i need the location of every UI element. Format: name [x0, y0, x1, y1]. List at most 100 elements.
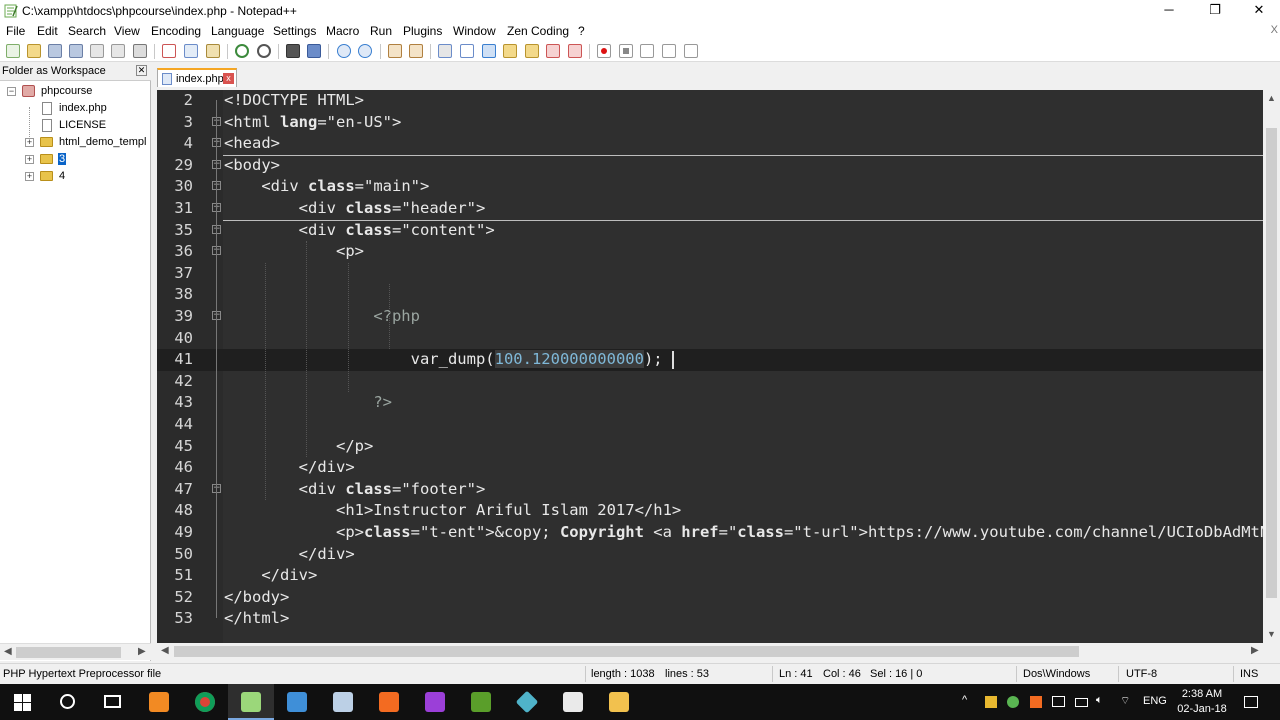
copy-icon[interactable]	[184, 44, 198, 58]
code-line-36[interactable]: 36− <p>	[157, 241, 1263, 263]
save-macro-icon[interactable]	[684, 44, 698, 58]
code-line-40[interactable]: 40	[157, 328, 1263, 350]
udl-icon[interactable]	[503, 44, 517, 58]
show-hidden-icons-icon[interactable]: ^	[962, 694, 967, 706]
collapse-icon[interactable]: −	[7, 87, 16, 96]
print-icon[interactable]	[133, 44, 147, 58]
code-line-52[interactable]: 52 </body>	[157, 587, 1263, 609]
code-line-51[interactable]: 51 </div>	[157, 565, 1263, 587]
menu-plugins[interactable]: Plugins	[403, 24, 442, 38]
code-line-30[interactable]: 30− <div class="main">	[157, 176, 1263, 198]
find-icon[interactable]	[286, 44, 300, 58]
taskbar-notepadpp[interactable]	[228, 684, 274, 720]
sync-horizontal-icon[interactable]	[409, 44, 423, 58]
search-button[interactable]	[45, 684, 91, 720]
notifications-icon[interactable]	[1244, 696, 1258, 708]
open-file-icon[interactable]	[27, 44, 41, 58]
tray-display-icon[interactable]	[1052, 696, 1065, 707]
taskbar-lambda-app[interactable]	[458, 684, 504, 720]
record-macro-icon[interactable]	[597, 44, 611, 58]
scroll-thumb[interactable]	[16, 647, 121, 658]
editor-horizontal-scrollbar[interactable]: ◀ ▶	[157, 643, 1263, 660]
code-line-39[interactable]: 39− <?php	[157, 306, 1263, 328]
new-file-icon[interactable]	[6, 44, 20, 58]
menu-macro[interactable]: Macro	[326, 24, 359, 38]
battery-icon[interactable]	[1075, 698, 1088, 707]
show-all-chars-icon[interactable]	[460, 44, 474, 58]
zoom-in-icon[interactable]	[337, 44, 351, 58]
code-line-35[interactable]: 35− <div class="content">	[157, 220, 1263, 242]
panel-close-button[interactable]: ✕	[136, 65, 147, 76]
scroll-thumb[interactable]	[174, 646, 1079, 657]
menu-settings[interactable]: Settings	[273, 24, 316, 38]
volume-icon[interactable]: 🔈︎	[1096, 694, 1103, 707]
doc-map-icon[interactable]	[525, 44, 539, 58]
tree-item-index-php[interactable]: index.php	[0, 101, 150, 117]
menu-encoding[interactable]: Encoding	[151, 24, 201, 38]
wifi-icon[interactable]: ⌔	[1120, 694, 1130, 708]
panel-horizontal-scrollbar[interactable]: ◀ ▶	[0, 643, 151, 660]
code-line-2[interactable]: 2 <!DOCTYPE HTML>	[157, 90, 1263, 112]
undo-icon[interactable]	[235, 44, 249, 58]
code-line-45[interactable]: 45 </p>	[157, 436, 1263, 458]
menu-file[interactable]: File	[6, 24, 25, 38]
taskbar-file-explorer[interactable]	[596, 684, 642, 720]
code-editor[interactable]: 2 <!DOCTYPE HTML> 3−<html lang="en-US">4+<…	[157, 90, 1263, 643]
code-line-48[interactable]: 48 <h1>Instructor Ariful Islam 2017</h1>	[157, 500, 1263, 522]
menu-run[interactable]: Run	[370, 24, 392, 38]
indent-guide-icon[interactable]	[482, 44, 496, 58]
menu-window[interactable]: Window	[453, 24, 496, 38]
tray-app-icon[interactable]	[985, 696, 997, 708]
clock[interactable]: 2:38 AM 02-Jan-18	[1172, 687, 1232, 717]
language-indicator[interactable]: ENG	[1143, 695, 1167, 707]
scroll-left-arrow-icon[interactable]: ◀	[4, 646, 12, 657]
menu-help[interactable]: ?	[578, 24, 585, 38]
paste-icon[interactable]	[206, 44, 220, 58]
function-list-icon[interactable]	[546, 44, 560, 58]
menu-language[interactable]: Language	[211, 24, 264, 38]
scroll-down-arrow-icon[interactable]: ▼	[1267, 629, 1276, 639]
code-line-29[interactable]: 29−<body>	[157, 155, 1263, 177]
tray-xampp-icon[interactable]	[1030, 696, 1042, 708]
taskbar-window-app[interactable]	[550, 684, 596, 720]
scroll-right-arrow-icon[interactable]: ▶	[138, 646, 146, 657]
redo-icon[interactable]	[257, 44, 271, 58]
run-macro-multiple-icon[interactable]	[662, 44, 676, 58]
expand-icon[interactable]: +	[25, 138, 34, 147]
expand-icon[interactable]: +	[25, 172, 34, 181]
tree-item-phpcourse[interactable]: − phpcourse	[0, 84, 150, 100]
close-document-x[interactable]: X	[1271, 24, 1278, 36]
code-line-42[interactable]: 42	[157, 371, 1263, 393]
code-line-49[interactable]: 49 <p>class="t-ent">&copy; Copyright <a …	[157, 522, 1263, 544]
save-all-icon[interactable]	[69, 44, 83, 58]
playback-icon[interactable]	[640, 44, 654, 58]
minimize-button[interactable]: ─	[1146, 0, 1192, 22]
code-line-44[interactable]: 44	[157, 414, 1263, 436]
restore-button[interactable]: ❐	[1192, 0, 1238, 22]
code-line-38[interactable]: 38	[157, 284, 1263, 306]
menu-edit[interactable]: Edit	[37, 24, 58, 38]
save-icon[interactable]	[48, 44, 62, 58]
tray-app-icon[interactable]	[1007, 696, 1019, 708]
close-all-icon[interactable]	[111, 44, 125, 58]
scroll-up-arrow-icon[interactable]: ▲	[1267, 93, 1276, 103]
tree-item-3[interactable]: + 3	[0, 152, 150, 168]
menu-zen-coding[interactable]: Zen Coding	[507, 24, 569, 38]
taskbar-virtualbox[interactable]	[274, 684, 320, 720]
tree-item-4[interactable]: + 4	[0, 169, 150, 185]
task-view-button[interactable]	[90, 684, 136, 720]
start-button[interactable]	[0, 684, 46, 720]
replace-icon[interactable]	[307, 44, 321, 58]
taskbar-sublime[interactable]	[136, 684, 182, 720]
tree-item-html-demo[interactable]: + html_demo_templ	[0, 135, 150, 151]
editor-vertical-scrollbar[interactable]: ▲ ▼	[1263, 90, 1280, 643]
zoom-out-icon[interactable]	[358, 44, 372, 58]
taskbar-app-cloud[interactable]	[320, 684, 366, 720]
scroll-right-arrow-icon[interactable]: ▶	[1251, 645, 1259, 656]
expand-icon[interactable]: +	[25, 155, 34, 164]
code-line-47[interactable]: 47− <div class="footer">	[157, 479, 1263, 501]
menu-search[interactable]: Search	[68, 24, 106, 38]
taskbar-diamond-app[interactable]	[504, 684, 550, 720]
taskbar-xampp[interactable]	[366, 684, 412, 720]
tree-item-license[interactable]: LICENSE	[0, 118, 150, 134]
